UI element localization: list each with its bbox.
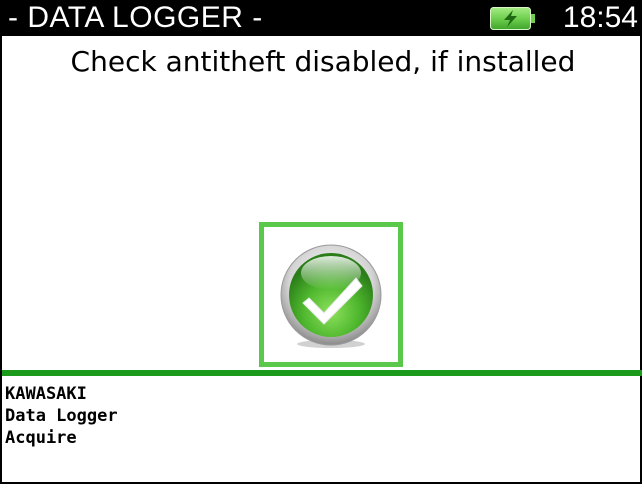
screen-frame: - DATA LOGGER - 18:54 Check antitheft di… [0, 0, 642, 484]
section-divider [2, 370, 642, 376]
info-line-module: Data Logger [5, 406, 118, 426]
check-icon [280, 244, 382, 348]
confirm-button[interactable] [259, 222, 403, 367]
battery-charging-icon [490, 7, 536, 30]
info-line-function: Acquire [5, 428, 77, 448]
title-bar: - DATA LOGGER - 18:54 [2, 0, 642, 36]
page-title: - DATA LOGGER - [8, 1, 263, 34]
instruction-message: Check antitheft disabled, if installed [70, 45, 576, 78]
clock: 18:54 [562, 1, 638, 34]
info-panel: KAWASAKI Data Logger Acquire [5, 383, 118, 449]
info-line-brand: KAWASAKI [5, 384, 87, 404]
